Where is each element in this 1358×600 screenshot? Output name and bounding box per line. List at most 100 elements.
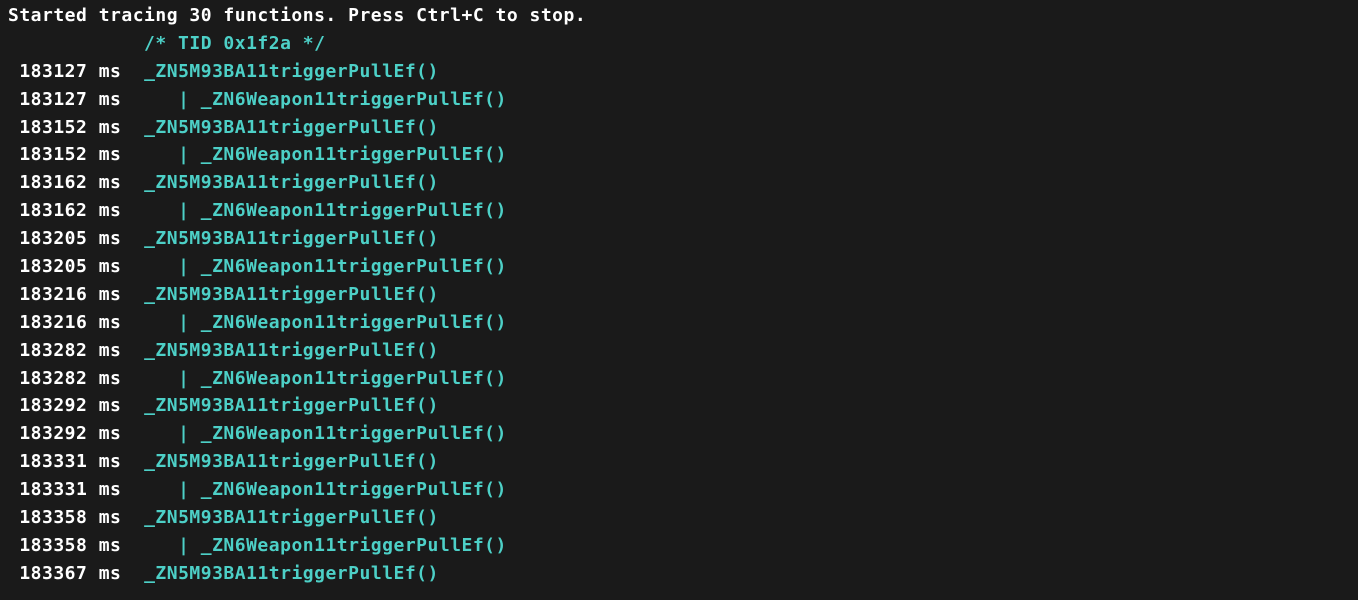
outer-indent: [121, 225, 144, 253]
inner-func: _ZN6Weapon11triggerPullEf(): [201, 535, 507, 556]
inner-func: _ZN6Weapon11triggerPullEf(): [201, 256, 507, 277]
timestamp: 183127: [8, 89, 99, 110]
timestamp: 183331: [8, 451, 99, 472]
trace-line: 183205 ms _ZN5M93BA11triggerPullEf(): [8, 225, 1350, 253]
inner-indent: |: [121, 535, 200, 556]
trace-line: 183152 ms | _ZN6Weapon11triggerPullEf(): [8, 141, 1350, 169]
ms-label: ms: [99, 61, 122, 82]
inner-indent: |: [121, 479, 200, 500]
timestamp: 183358: [8, 507, 99, 528]
trace-line: 183152 ms _ZN5M93BA11triggerPullEf(): [8, 114, 1350, 142]
timestamp: 183205: [8, 228, 99, 249]
inner-indent: |: [121, 368, 200, 389]
ms-label: ms: [99, 535, 122, 556]
trace-header: Started tracing 30 functions. Press Ctrl…: [8, 2, 1350, 30]
inner-indent: |: [121, 144, 200, 165]
trace-line: 183127 ms _ZN5M93BA11triggerPullEf(): [8, 58, 1350, 86]
inner-func: _ZN6Weapon11triggerPullEf(): [201, 312, 507, 333]
outer-func: _ZN5M93BA11triggerPullEf(): [144, 451, 439, 472]
outer-indent: [121, 448, 144, 476]
outer-indent: [121, 504, 144, 532]
timestamp: 183152: [8, 117, 99, 138]
outer-func: _ZN5M93BA11triggerPullEf(): [144, 61, 439, 82]
timestamp: 183152: [8, 144, 99, 165]
trace-line: 183216 ms | _ZN6Weapon11triggerPullEf(): [8, 309, 1350, 337]
ms-label: ms: [99, 479, 122, 500]
ms-label: ms: [99, 312, 122, 333]
outer-func: _ZN5M93BA11triggerPullEf(): [144, 507, 439, 528]
trace-line: 183127 ms | _ZN6Weapon11triggerPullEf(): [8, 86, 1350, 114]
outer-func: _ZN5M93BA11triggerPullEf(): [144, 563, 439, 584]
outer-func: _ZN5M93BA11triggerPullEf(): [144, 284, 439, 305]
trace-line: 183358 ms _ZN5M93BA11triggerPullEf(): [8, 504, 1350, 532]
timestamp: 183162: [8, 200, 99, 221]
outer-func: _ZN5M93BA11triggerPullEf(): [144, 117, 439, 138]
tid-comment: /* TID 0x1f2a */: [144, 33, 325, 54]
tid-indent: [8, 30, 144, 58]
ms-label: ms: [99, 89, 122, 110]
ms-label: ms: [99, 200, 122, 221]
timestamp: 183282: [8, 340, 99, 361]
trace-line: 183282 ms _ZN5M93BA11triggerPullEf(): [8, 337, 1350, 365]
ms-label: ms: [99, 395, 122, 416]
outer-func: _ZN5M93BA11triggerPullEf(): [144, 340, 439, 361]
trace-line: 183292 ms | _ZN6Weapon11triggerPullEf(): [8, 420, 1350, 448]
ms-label: ms: [99, 284, 122, 305]
trace-line: 183331 ms | _ZN6Weapon11triggerPullEf(): [8, 476, 1350, 504]
timestamp: 183216: [8, 284, 99, 305]
ms-label: ms: [99, 117, 122, 138]
ms-label: ms: [99, 368, 122, 389]
ms-label: ms: [99, 256, 122, 277]
ms-label: ms: [99, 423, 122, 444]
ms-label: ms: [99, 144, 122, 165]
trace-line: 183162 ms _ZN5M93BA11triggerPullEf(): [8, 169, 1350, 197]
outer-indent: [121, 58, 144, 86]
trace-line: 183367 ms _ZN5M93BA11triggerPullEf(): [8, 560, 1350, 588]
ms-label: ms: [99, 172, 122, 193]
inner-func: _ZN6Weapon11triggerPullEf(): [201, 368, 507, 389]
trace-line: 183205 ms | _ZN6Weapon11triggerPullEf(): [8, 253, 1350, 281]
trace-line: 183282 ms | _ZN6Weapon11triggerPullEf(): [8, 365, 1350, 393]
trace-line: 183292 ms _ZN5M93BA11triggerPullEf(): [8, 392, 1350, 420]
timestamp: 183205: [8, 256, 99, 277]
inner-func: _ZN6Weapon11triggerPullEf(): [201, 479, 507, 500]
outer-func: _ZN5M93BA11triggerPullEf(): [144, 228, 439, 249]
tid-comment-line: /* TID 0x1f2a */: [8, 30, 1350, 58]
ms-label: ms: [99, 451, 122, 472]
trace-line: 183162 ms | _ZN6Weapon11triggerPullEf(): [8, 197, 1350, 225]
ms-label: ms: [99, 563, 122, 584]
timestamp: 183162: [8, 172, 99, 193]
timestamp: 183367: [8, 563, 99, 584]
outer-indent: [121, 281, 144, 309]
inner-func: _ZN6Weapon11triggerPullEf(): [201, 200, 507, 221]
trace-lines-container: 183127 ms _ZN5M93BA11triggerPullEf() 183…: [8, 58, 1350, 588]
outer-func: _ZN5M93BA11triggerPullEf(): [144, 172, 439, 193]
timestamp: 183292: [8, 423, 99, 444]
inner-func: _ZN6Weapon11triggerPullEf(): [201, 423, 507, 444]
ms-label: ms: [99, 340, 122, 361]
timestamp: 183292: [8, 395, 99, 416]
timestamp: 183216: [8, 312, 99, 333]
inner-func: _ZN6Weapon11triggerPullEf(): [201, 89, 507, 110]
ms-label: ms: [99, 507, 122, 528]
trace-line: 183216 ms _ZN5M93BA11triggerPullEf(): [8, 281, 1350, 309]
outer-indent: [121, 392, 144, 420]
inner-indent: |: [121, 200, 200, 221]
outer-indent: [121, 169, 144, 197]
trace-line: 183331 ms _ZN5M93BA11triggerPullEf(): [8, 448, 1350, 476]
inner-indent: |: [121, 423, 200, 444]
timestamp: 183331: [8, 479, 99, 500]
outer-indent: [121, 560, 144, 588]
inner-indent: |: [121, 89, 200, 110]
inner-func: _ZN6Weapon11triggerPullEf(): [201, 144, 507, 165]
inner-indent: |: [121, 256, 200, 277]
ms-label: ms: [99, 228, 122, 249]
outer-indent: [121, 114, 144, 142]
inner-indent: |: [121, 312, 200, 333]
outer-indent: [121, 337, 144, 365]
outer-func: _ZN5M93BA11triggerPullEf(): [144, 395, 439, 416]
timestamp: 183358: [8, 535, 99, 556]
timestamp: 183282: [8, 368, 99, 389]
trace-line: 183358 ms | _ZN6Weapon11triggerPullEf(): [8, 532, 1350, 560]
timestamp: 183127: [8, 61, 99, 82]
